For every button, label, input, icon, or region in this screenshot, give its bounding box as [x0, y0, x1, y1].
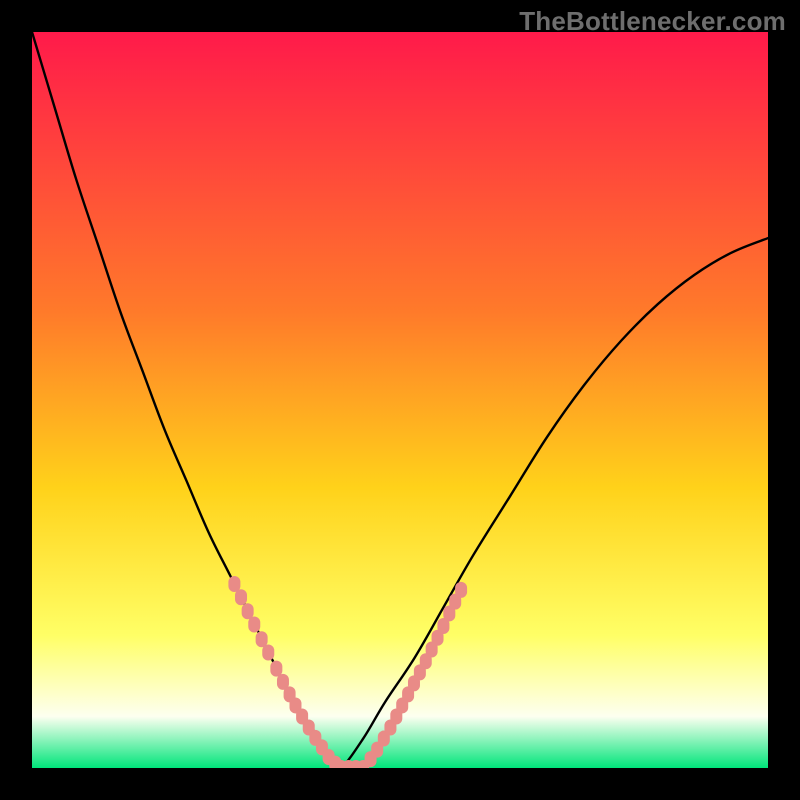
curve-marker — [248, 616, 260, 632]
watermark-text: TheBottlenecker.com — [519, 6, 786, 37]
gradient-bg — [32, 32, 768, 768]
chart-frame: TheBottlenecker.com — [0, 0, 800, 800]
curve-marker — [455, 582, 467, 598]
curve-marker — [228, 576, 240, 592]
curve-marker — [262, 644, 274, 660]
curve-marker — [235, 589, 247, 605]
chart-svg — [32, 32, 768, 768]
curve-marker — [256, 631, 268, 647]
plot-area — [32, 32, 768, 768]
curve-marker — [242, 603, 254, 619]
curve-marker — [270, 661, 282, 677]
